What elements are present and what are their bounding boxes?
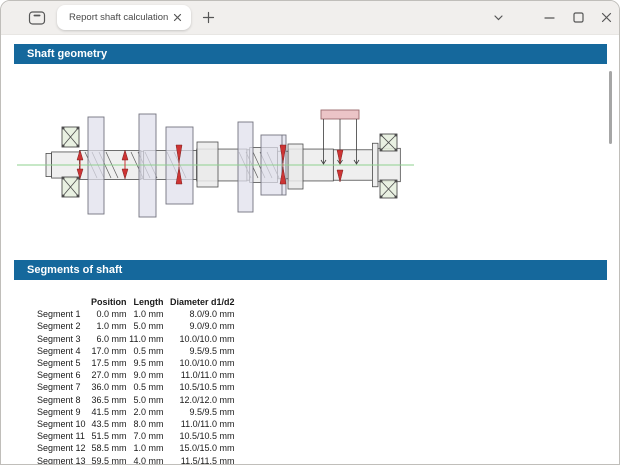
table-row: Segment 8 36.5 mm 5.0 mm 12.0/12.0 mm [37, 394, 235, 405]
table-row: Segment 9 41.5 mm 2.0 mm 9.5/9.5 mm [37, 406, 235, 417]
segments-table: Position Length Diameter d1/d2 Segment 1… [37, 296, 235, 465]
maximize-button[interactable] [572, 11, 585, 24]
vertical-scrollbar-thumb[interactable] [609, 71, 612, 144]
bearing-corner [62, 127, 65, 130]
bearing-corner [380, 195, 383, 198]
bearing-corner [76, 144, 79, 147]
col-header-diameter: Diameter d1/d2 [169, 297, 235, 307]
table-row: Segment 1 0.0 mm 1.0 mm 8.0/9.0 mm [37, 309, 235, 320]
bearing-corner [380, 148, 383, 151]
table-row: Segment 4 17.0 mm 0.5 mm 9.5/9.5 mm [37, 345, 235, 356]
table-row: Segment 5 17.5 mm 9.5 mm 10.0/10.0 mm [37, 358, 235, 369]
distributed-load [320, 109, 360, 120]
col-header-blank [37, 296, 91, 308]
report-content: Shaft geometry Segments of shaft Positio… [1, 44, 619, 465]
tab-close-icon[interactable] [173, 13, 182, 22]
table-row: Segment 11 51.5 mm 7.0 mm 10.5/10.5 mm [37, 431, 235, 442]
table-row: Segment 6 27.0 mm 9.0 mm 11.0/11.0 mm [37, 370, 235, 381]
chevron-down-icon[interactable] [492, 11, 505, 24]
table-row: Segment 3 6.0 mm 11.0 mm 10.0/10.0 mm [37, 333, 235, 344]
browser-tab[interactable]: Report shaft calculation [57, 5, 191, 30]
table-row: Segment 10 43.5 mm 8.0 mm 11.0/11.0 mm [37, 419, 235, 430]
table-row: Segment 13 59.5 mm 4.0 mm 11.5/11.5 mm [37, 455, 235, 465]
bearing-corner [62, 194, 65, 197]
table-header-row: Position Length Diameter d1/d2 [37, 296, 235, 308]
col-header-position: Position [91, 297, 127, 307]
minimize-button[interactable] [543, 11, 556, 24]
close-button[interactable] [600, 11, 613, 24]
bearing-corner [76, 127, 79, 130]
col-header-length: Length [133, 297, 164, 307]
section-header-shaft-geometry: Shaft geometry [14, 44, 607, 64]
tab-title: Report shaft calculation [69, 12, 169, 23]
bearing-corner [76, 194, 79, 197]
segments-table-body: Segment 1 0.0 mm 1.0 mm 8.0/9.0 mm Segment 2… [37, 308, 235, 465]
bearing-corner [394, 134, 397, 137]
table-row: Segment 12 58.5 mm 1.0 mm 15.0/15.0 mm [37, 443, 235, 454]
table-row: Segment 7 36.0 mm 0.5 mm 10.5/10.5 mm [37, 382, 235, 393]
table-row: Segment 2 1.0 mm 5.0 mm 9.0/9.0 mm [37, 321, 235, 332]
bearing-corner [62, 177, 65, 180]
shaft-drawing [17, 109, 414, 218]
bearing-corner [380, 134, 383, 137]
mounted-disk [237, 121, 254, 213]
bearing-corner [380, 180, 383, 183]
titlebar: Report shaft calculation [1, 1, 619, 35]
bearing-corner [62, 144, 65, 147]
bearing-corner [394, 148, 397, 151]
bearing-corner [394, 180, 397, 183]
bearing-corner [394, 195, 397, 198]
tab-overview-icon[interactable] [28, 10, 46, 26]
bearing-corner [76, 177, 79, 180]
section-header-segments-of-shaft: Segments of shaft [14, 260, 607, 280]
sleeve [287, 143, 304, 190]
app-window: Report shaft calculation Shaft geometry … [0, 0, 620, 465]
new-tab-icon[interactable] [202, 11, 215, 24]
